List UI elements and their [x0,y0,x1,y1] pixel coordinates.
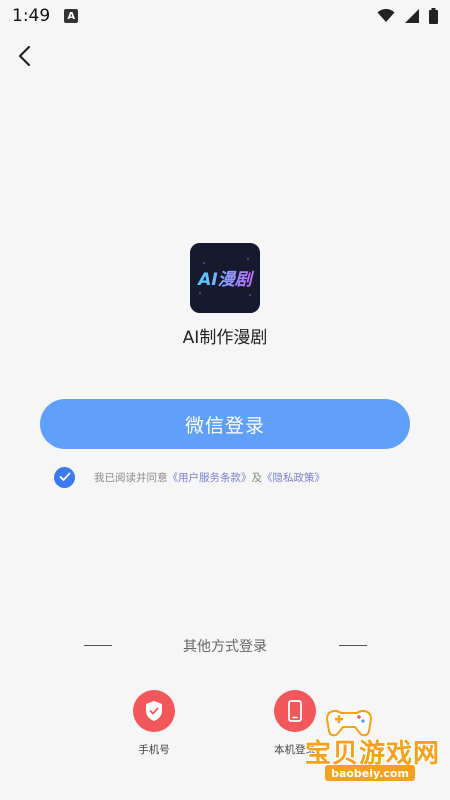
shield-icon [146,701,162,721]
check-icon [59,472,70,481]
status-time: 1:49 [12,6,51,26]
phone-number-login-label: 手机号 [138,744,170,756]
terms-link[interactable]: 《用户服务条款》 [168,472,252,484]
status-bar: 1:49 A [0,0,450,32]
status-right [377,8,438,24]
phone-number-login-button[interactable]: 手机号 [124,690,184,757]
divider-line-right [339,645,367,646]
agreement-conjunction: 及 [251,471,263,484]
battery-icon [429,8,438,24]
watermark: 宝贝游戏网 baobeiy.com [305,705,445,785]
agreement-prefix: 我已阅读并同意 [94,471,168,484]
other-methods-title: 其他方式登录 [183,639,267,655]
back-button[interactable] [10,42,38,70]
app-logo-icon: AI漫剧 [190,243,260,313]
notification-icon: A [64,9,79,23]
watermark-url: baobeiy.com [325,765,415,781]
status-left: 1:49 A [12,6,79,26]
wifi-icon [377,9,395,22]
privacy-link[interactable]: 《隐私政策》 [262,472,325,484]
wechat-login-button[interactable]: 微信登录 [40,399,410,449]
agreement-checkbox[interactable] [54,466,75,488]
signal-icon [405,9,419,23]
app-logo: AI漫剧 [190,243,260,313]
agreement-row: 我已阅读并同意《用户服务条款》及《隐私政策》 [54,466,325,488]
phone-icon [288,700,302,722]
phone-number-login-circle [133,690,175,732]
app-name: AI制作漫剧 [182,328,268,348]
chevron-left-icon [18,45,31,67]
agreement-text: 我已阅读并同意《用户服务条款》及《隐私政策》 [94,470,325,485]
app-logo-text: AI漫剧 [196,270,254,290]
other-methods-divider: 其他方式登录 [0,636,450,655]
